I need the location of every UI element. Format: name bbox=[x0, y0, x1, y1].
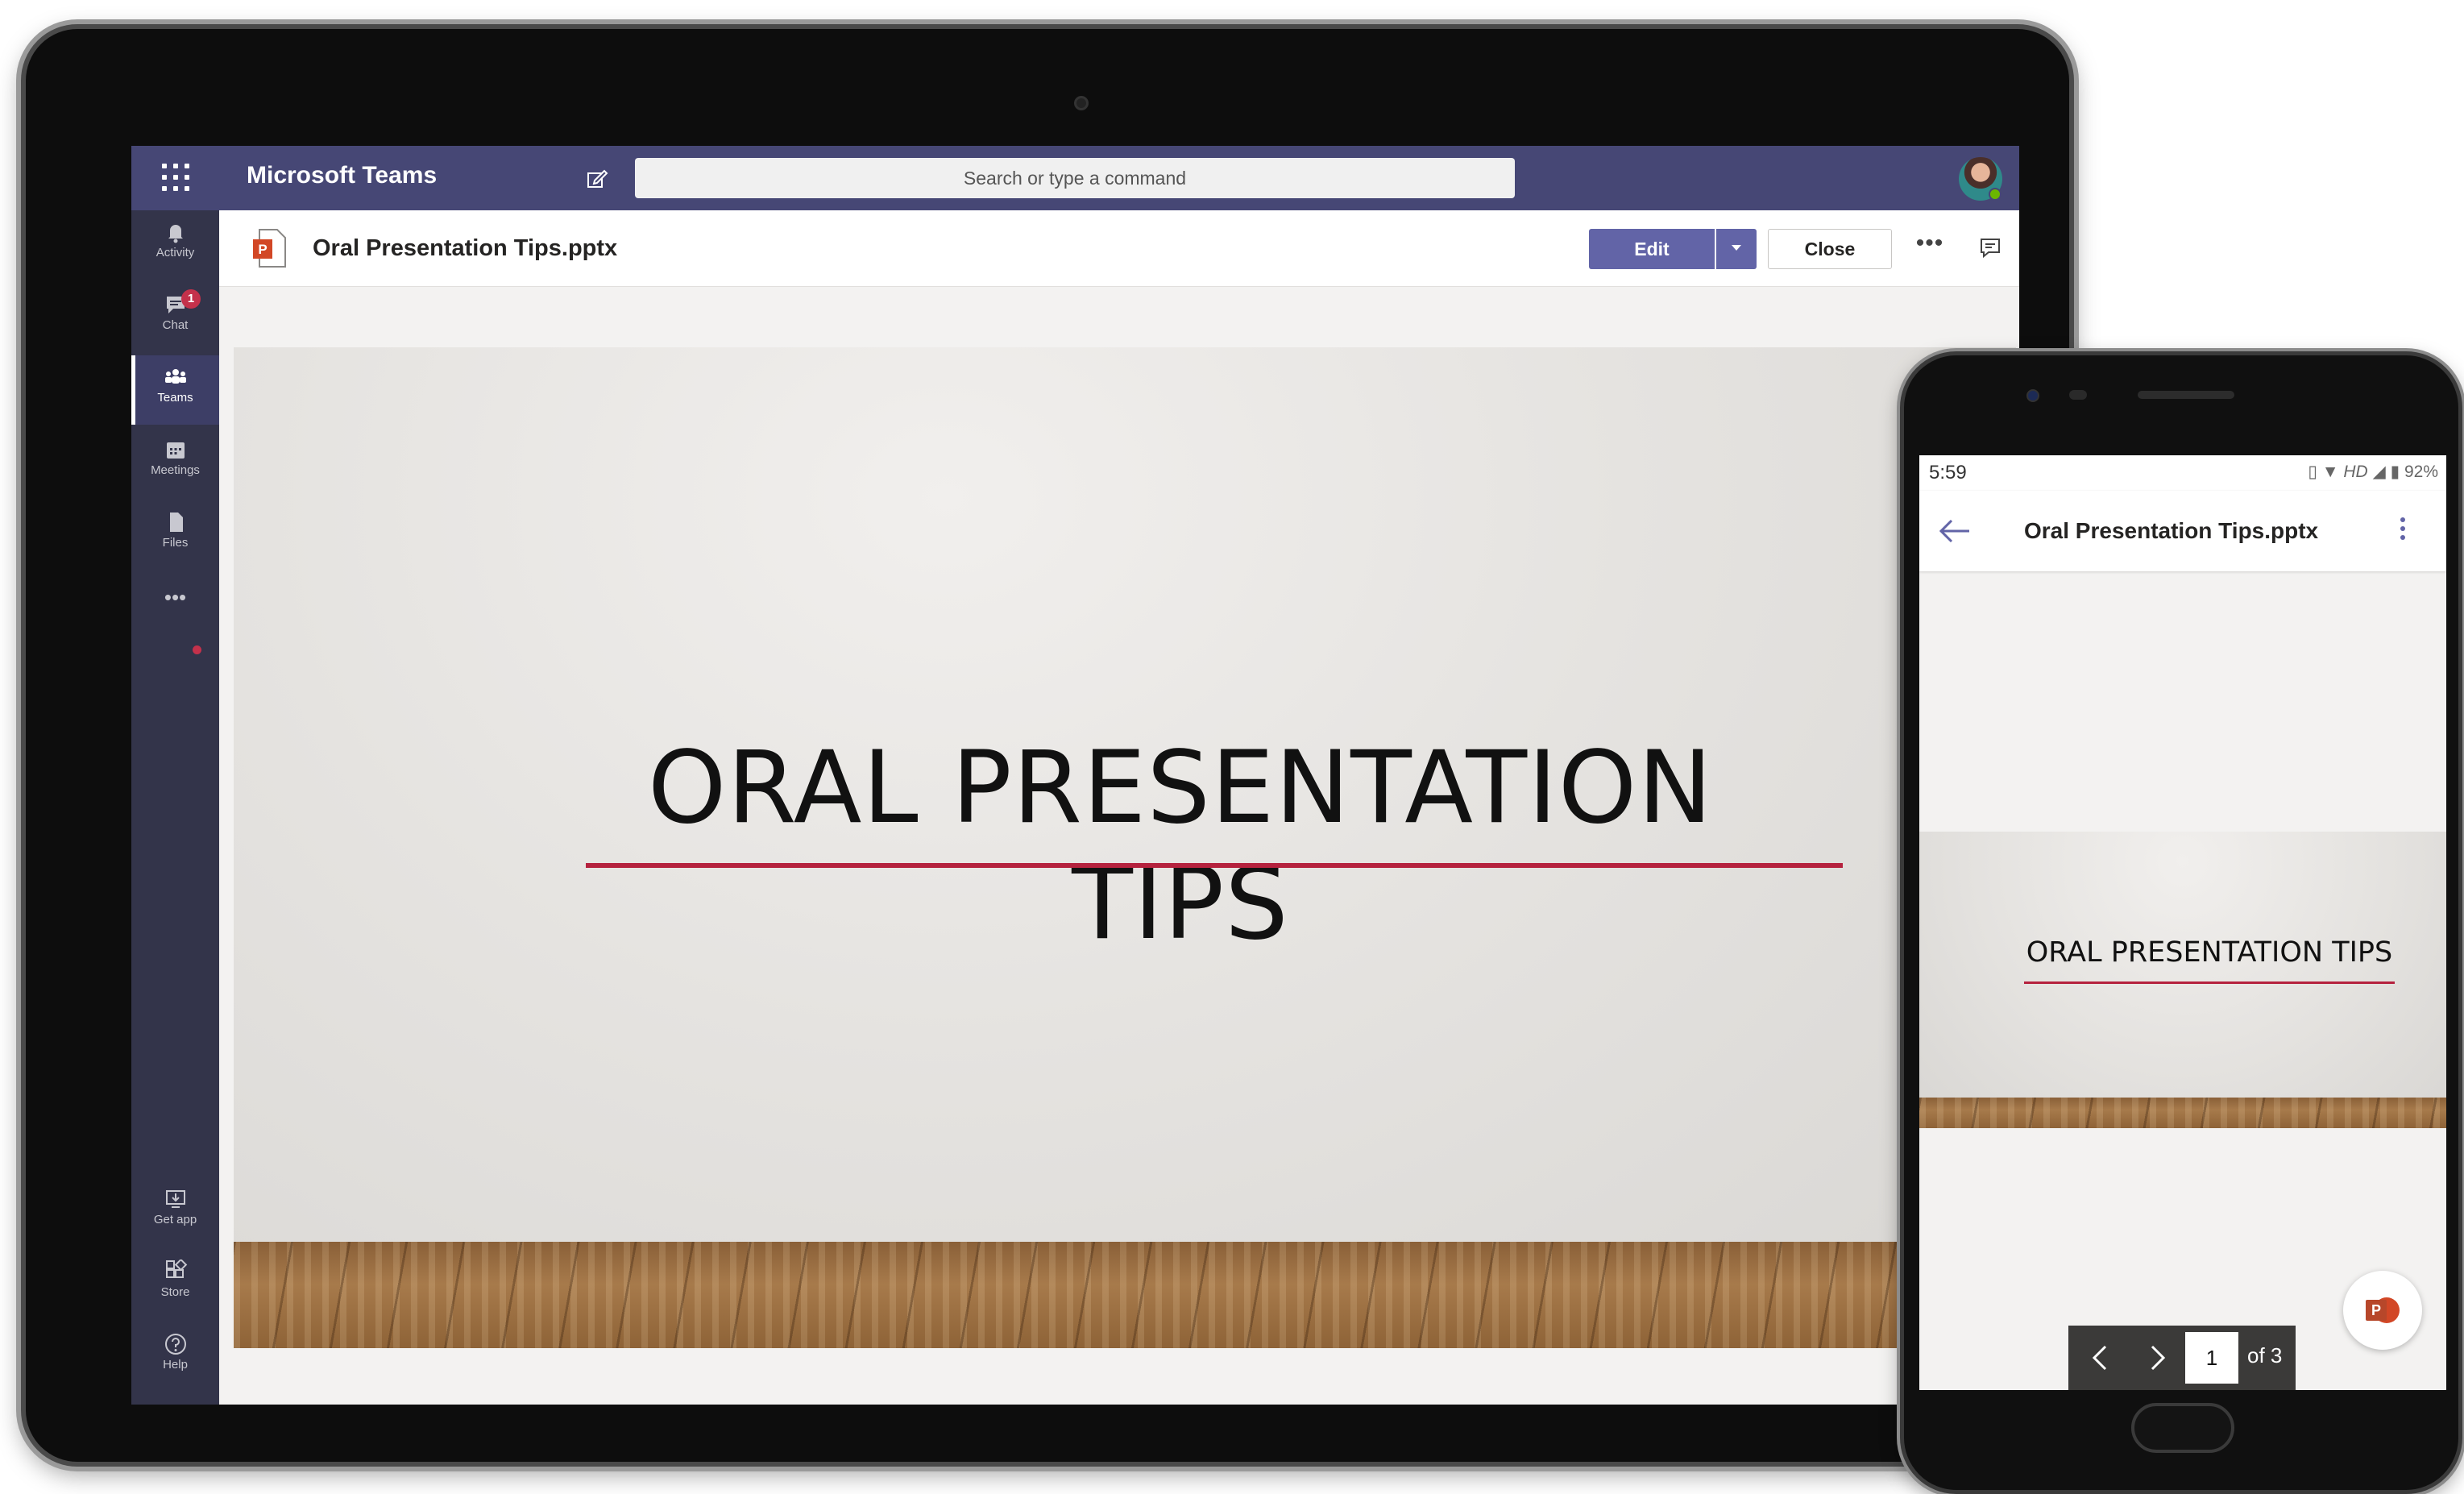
rail-item-get-app[interactable]: Get app bbox=[131, 1177, 219, 1247]
rail-item-chat[interactable]: Chat bbox=[131, 283, 219, 352]
notification-dot bbox=[193, 645, 201, 654]
battery-level: 92% bbox=[2404, 463, 2438, 481]
phone-file-title: Oral Presentation Tips.pptx bbox=[2024, 518, 2319, 543]
back-arrow-icon[interactable] bbox=[1937, 515, 1972, 547]
search-input[interactable]: Search or type a command bbox=[635, 158, 1515, 198]
conversation-icon[interactable] bbox=[1976, 233, 2005, 262]
rail-label-activity: Activity bbox=[156, 246, 195, 259]
phone-device: 5:59 ▯ ▼ HD ◢ ▮ 92% Oral Presentation Ti… bbox=[1900, 351, 2462, 1494]
phone-slide-title: ORAL PRESENTATION TIPS bbox=[2026, 936, 2393, 969]
teams-window: Microsoft Teams Search or type a command… bbox=[131, 146, 2019, 1405]
calendar-icon bbox=[166, 442, 185, 459]
slide-pager: of 3 bbox=[2068, 1326, 2296, 1390]
phone-slide-viewer: ORAL PRESENTATION TIPS bbox=[1919, 832, 2446, 1128]
rail-item-help[interactable]: Help bbox=[131, 1322, 219, 1392]
file-title: Oral Presentation Tips.pptx bbox=[313, 235, 618, 261]
rail-label-chat: Chat bbox=[162, 318, 189, 332]
vibrate-icon: ▯ bbox=[2308, 463, 2317, 481]
phone-screen: 5:59 ▯ ▼ HD ◢ ▮ 92% Oral Presentation Ti… bbox=[1919, 455, 2446, 1390]
teams-icon bbox=[164, 369, 186, 384]
wifi-icon: ▼ bbox=[2321, 463, 2339, 481]
more-options-icon[interactable]: ••• bbox=[1911, 231, 1948, 267]
compose-icon[interactable] bbox=[585, 167, 609, 191]
slide-wood-floor-image bbox=[234, 1242, 2016, 1348]
next-slide-chevron-right-icon[interactable] bbox=[2139, 1340, 2175, 1376]
presence-status-icon bbox=[1989, 188, 2001, 201]
edit-button[interactable]: Edit bbox=[1589, 229, 1715, 269]
slide-title-underline bbox=[586, 863, 1843, 868]
app-launcher-icon[interactable] bbox=[162, 164, 191, 193]
page-total: of 3 bbox=[2247, 1343, 2283, 1367]
slide-viewer: ORAL PRESENTATION TIPS bbox=[234, 347, 2016, 1348]
powerpoint-file-icon: P bbox=[251, 228, 287, 268]
rail-label-meetings: Meetings bbox=[151, 463, 200, 477]
bell-icon bbox=[168, 225, 183, 243]
phone-slide-underline bbox=[2024, 981, 2395, 984]
rail-label-get-app: Get app bbox=[153, 1213, 197, 1226]
download-icon bbox=[165, 1190, 185, 1208]
more-apps-icon: ••• bbox=[164, 585, 187, 609]
rail-label-files: Files bbox=[162, 536, 189, 550]
teams-title-bar: Microsoft Teams Search or type a command bbox=[131, 146, 2019, 210]
rail-label-store: Store bbox=[160, 1285, 190, 1299]
rail-item-files[interactable]: Files bbox=[131, 500, 219, 570]
phone-sensor bbox=[2069, 390, 2087, 400]
more-options-icon[interactable] bbox=[2395, 515, 2411, 547]
status-icons: ▯ ▼ HD ◢ ▮ 92% bbox=[2308, 462, 2438, 482]
rail-item-teams[interactable]: Teams bbox=[131, 355, 219, 425]
edit-dropdown-chevron-down-icon[interactable] bbox=[1716, 229, 1757, 269]
phone-front-camera bbox=[2026, 389, 2039, 402]
battery-icon: ▮ bbox=[2390, 463, 2400, 481]
previous-slide-chevron-left-icon[interactable] bbox=[2083, 1340, 2118, 1376]
signal-icon: ◢ bbox=[2372, 463, 2386, 481]
rail-label-help: Help bbox=[163, 1358, 188, 1372]
file-header: P Oral Presentation Tips.pptx Edit Close… bbox=[219, 210, 2019, 287]
open-in-powerpoint-button[interactable]: P bbox=[2343, 1271, 2422, 1350]
rail-item-store[interactable]: Store bbox=[131, 1250, 219, 1319]
status-bar: 5:59 ▯ ▼ HD ◢ ▮ 92% bbox=[1919, 455, 2446, 491]
close-button[interactable]: Close bbox=[1768, 229, 1892, 269]
hd-icon: HD bbox=[2343, 463, 2368, 481]
rail-item-meetings[interactable]: Meetings bbox=[131, 428, 219, 497]
app-name: Microsoft Teams bbox=[247, 162, 438, 189]
slide-title: ORAL PRESENTATION TIPS bbox=[647, 730, 1714, 962]
chat-unread-badge: 1 bbox=[181, 289, 201, 309]
store-icon bbox=[165, 1260, 187, 1278]
tablet-device: Microsoft Teams Search or type a command… bbox=[21, 24, 2074, 1467]
page-number-input[interactable] bbox=[2185, 1332, 2238, 1384]
rail-item-activity[interactable]: Activity bbox=[131, 210, 219, 280]
tablet-camera bbox=[1074, 96, 1089, 110]
help-icon bbox=[164, 1334, 186, 1355]
rail-label-teams: Teams bbox=[157, 391, 193, 405]
svg-text:P: P bbox=[258, 242, 267, 257]
phone-home-button[interactable] bbox=[2131, 1403, 2234, 1453]
left-rail: Activity Chat 1 Teams Meetings Files ••• bbox=[131, 210, 219, 1405]
svg-text:P: P bbox=[2371, 1302, 2381, 1318]
file-icon bbox=[169, 513, 183, 532]
phone-slide-wood-floor-image bbox=[1919, 1098, 2446, 1128]
powerpoint-icon: P bbox=[2366, 1297, 2400, 1323]
rail-more-apps[interactable]: ••• bbox=[131, 577, 219, 625]
status-time: 5:59 bbox=[1929, 462, 1967, 483]
phone-app-bar: Oral Presentation Tips.pptx bbox=[1919, 491, 2446, 571]
phone-speaker bbox=[2138, 391, 2234, 399]
